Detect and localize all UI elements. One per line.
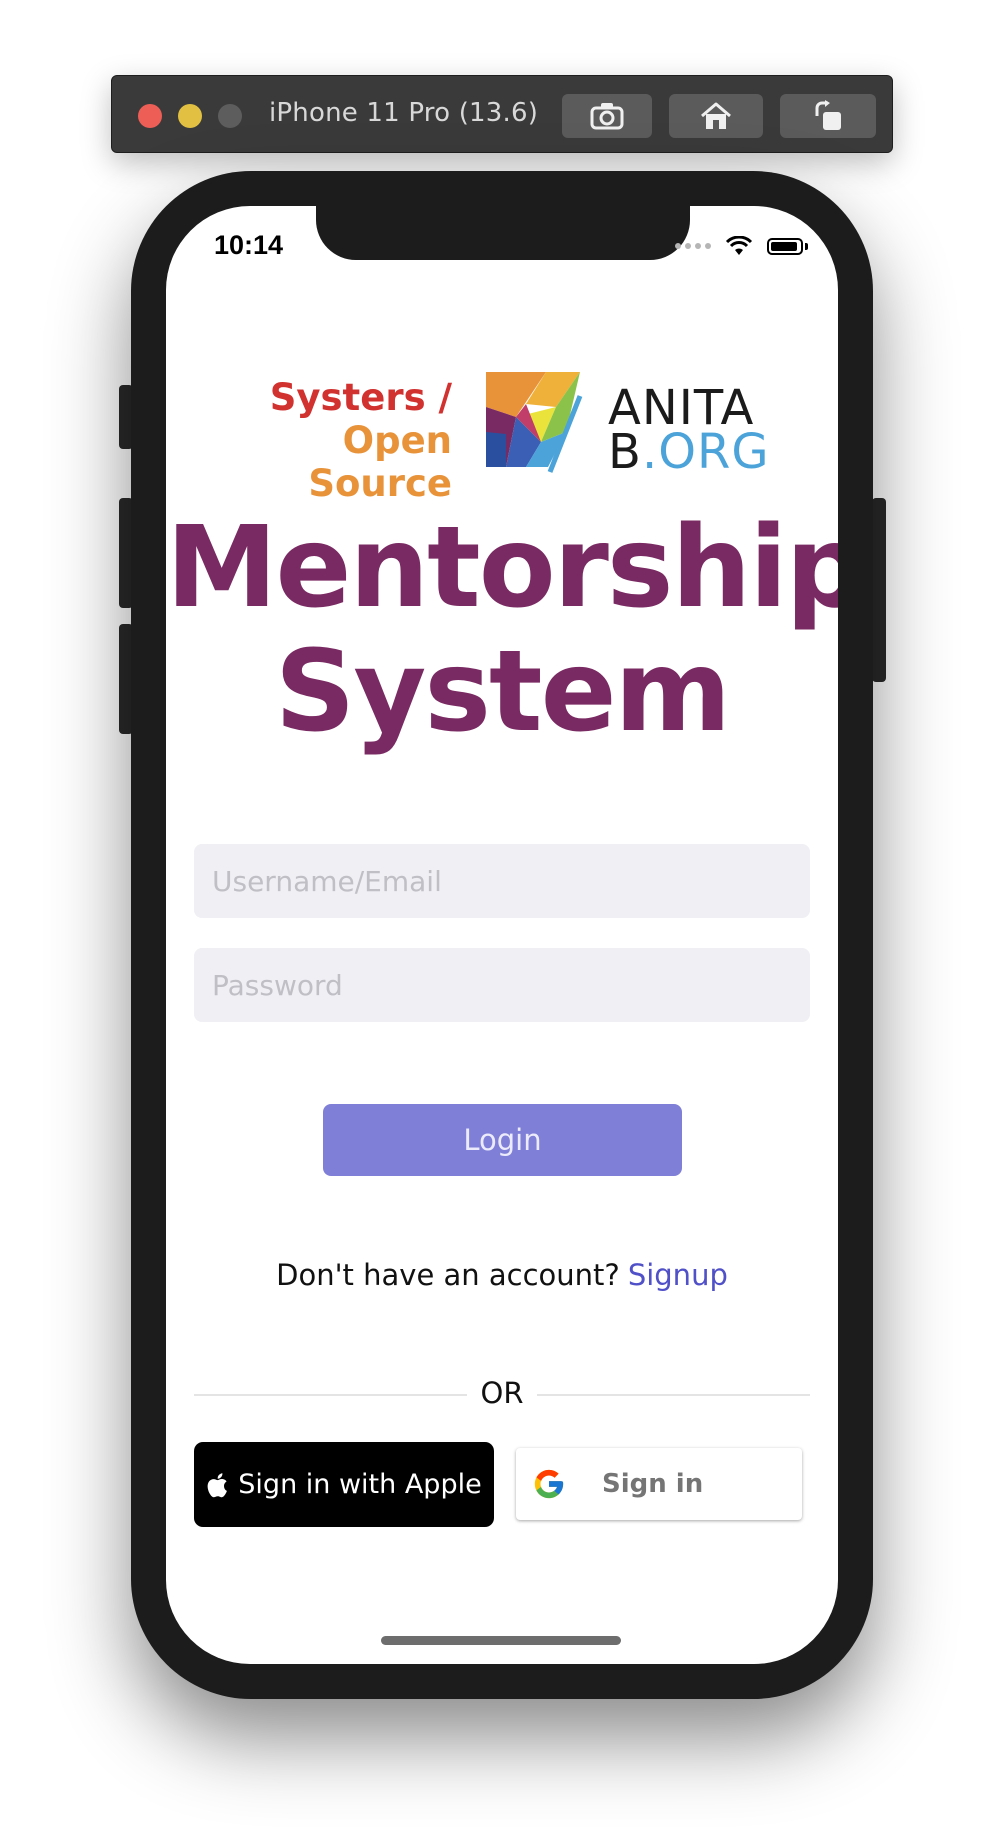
wifi-icon — [725, 236, 753, 255]
home-icon — [701, 102, 731, 129]
anitab-slash-icon — [547, 395, 583, 473]
or-label: OR — [466, 1376, 538, 1410]
signup-prompt-row: Don't have an account? Signup — [166, 1258, 838, 1292]
simulator-title: iPhone 11 Pro (13.6) — [269, 98, 539, 128]
status-time: 10:14 — [214, 230, 284, 260]
login-button[interactable]: Login — [323, 1104, 682, 1176]
app-title-line2: System — [274, 627, 732, 757]
status-icons — [675, 236, 808, 256]
minimize-window-button[interactable] — [178, 104, 202, 128]
app-title-line1: Mentorship — [166, 503, 838, 633]
power-button — [872, 498, 886, 682]
sign-in-with-apple-button[interactable]: Sign in with Apple — [194, 1442, 494, 1527]
notch — [316, 206, 690, 260]
systers-logo-line2: Open Source — [308, 419, 452, 505]
screenshot-icon — [590, 103, 624, 130]
or-divider: OR — [166, 1376, 838, 1410]
home-button[interactable] — [669, 94, 763, 138]
anitab-wordmark: ANITA B.ORG — [608, 384, 770, 476]
battery-tip — [805, 242, 808, 250]
signup-link[interactable]: Signup — [628, 1258, 728, 1292]
signup-prompt: Don't have an account? — [276, 1258, 620, 1292]
google-button-label: Sign in — [602, 1469, 704, 1499]
google-icon — [534, 1469, 564, 1499]
zoom-window-button[interactable] — [218, 104, 242, 128]
rotate-button[interactable] — [780, 94, 876, 138]
screenshot-button[interactable] — [562, 94, 652, 138]
phone-screen: 10:14 Systers / Open Source ANITA B.ORG … — [166, 206, 838, 1664]
rotate-icon — [815, 100, 841, 130]
systers-logo: Systers / Open Source — [224, 376, 452, 505]
username-email-input[interactable] — [194, 844, 810, 918]
apple-button-label: Sign in with Apple — [238, 1469, 482, 1500]
google-sign-in-button[interactable]: Sign in — [516, 1448, 802, 1520]
app-title: Mentorship System — [166, 506, 838, 754]
password-input[interactable] — [194, 948, 810, 1022]
simulator-title-bar: iPhone 11 Pro (13.6) — [111, 75, 893, 153]
systers-logo-line1: Systers / — [269, 376, 452, 419]
home-indicator[interactable] — [381, 1636, 621, 1645]
anitab-line2-b: B — [608, 424, 642, 480]
battery-icon — [767, 237, 803, 255]
partner-logos: Systers / Open Source ANITA B.ORG — [166, 372, 838, 505]
cellular-signal-icon — [675, 243, 711, 249]
anitab-line2-org: .ORG — [641, 424, 770, 480]
close-window-button[interactable] — [138, 104, 162, 128]
apple-icon — [207, 1472, 228, 1497]
